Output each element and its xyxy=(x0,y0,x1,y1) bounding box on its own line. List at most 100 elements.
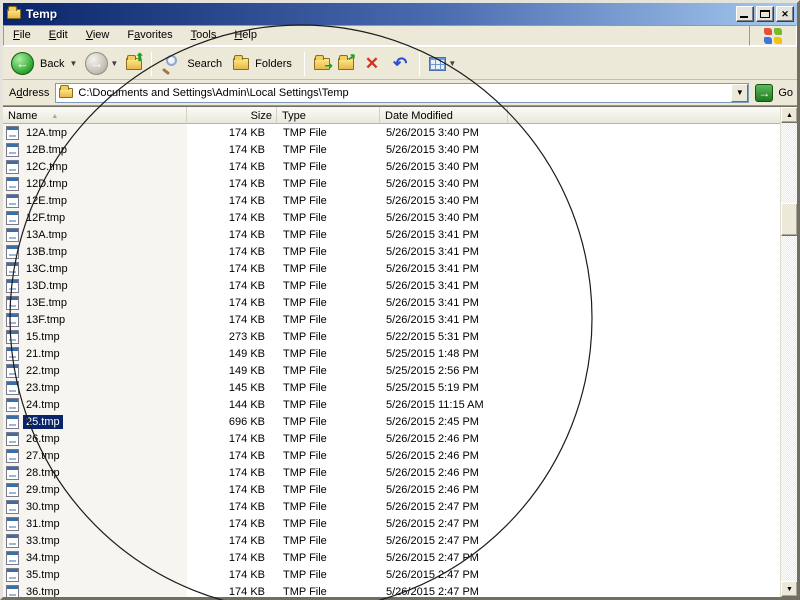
file-size: 174 KB xyxy=(187,127,277,139)
file-type: TMP File xyxy=(277,450,380,462)
file-date-modified: 5/26/2015 3:41 PM xyxy=(380,280,508,292)
delete-button[interactable]: ✕ xyxy=(358,53,386,74)
tmp-file-icon xyxy=(6,398,19,412)
file-row[interactable]: 21.tmp149 KBTMP File5/25/2015 1:48 PM xyxy=(3,345,780,362)
back-button[interactable]: ← Back ▼ xyxy=(7,50,81,77)
menu-tools[interactable]: Tools xyxy=(182,26,226,45)
file-row[interactable]: 13B.tmp174 KBTMP File5/26/2015 3:41 PM xyxy=(3,243,780,260)
tmp-file-icon xyxy=(6,143,19,157)
views-button[interactable]: ▼ xyxy=(425,55,460,73)
file-row[interactable]: 12A.tmp174 KBTMP File5/26/2015 3:40 PM xyxy=(3,124,780,141)
go-button[interactable]: → Go xyxy=(755,84,793,102)
file-row[interactable]: 22.tmp149 KBTMP File5/25/2015 2:56 PM xyxy=(3,362,780,379)
file-row[interactable]: 30.tmp174 KBTMP File5/26/2015 2:47 PM xyxy=(3,498,780,515)
file-row[interactable]: 13D.tmp174 KBTMP File5/26/2015 3:41 PM xyxy=(3,277,780,294)
file-type: TMP File xyxy=(277,229,380,241)
file-type: TMP File xyxy=(277,552,380,564)
menu-help[interactable]: Help xyxy=(225,26,266,45)
up-button[interactable]: ⬆ xyxy=(122,56,146,72)
file-row[interactable]: 12F.tmp174 KBTMP File5/26/2015 3:40 PM xyxy=(3,209,780,226)
file-row[interactable]: 28.tmp174 KBTMP File5/26/2015 2:46 PM xyxy=(3,464,780,481)
file-date-modified: 5/26/2015 3:40 PM xyxy=(380,127,508,139)
file-name: 12C.tmp xyxy=(23,160,71,174)
search-label: Search xyxy=(187,58,222,70)
file-date-modified: 5/26/2015 2:46 PM xyxy=(380,450,508,462)
file-name-cell: 15.tmp xyxy=(3,330,187,344)
file-row[interactable]: 13E.tmp174 KBTMP File5/26/2015 3:41 PM xyxy=(3,294,780,311)
column-header-name[interactable]: Name▲ xyxy=(3,107,187,124)
file-name-cell: 13F.tmp xyxy=(3,313,187,327)
scroll-down-button[interactable]: ▼ xyxy=(781,581,797,597)
file-row[interactable]: 12B.tmp174 KBTMP File5/26/2015 3:40 PM xyxy=(3,141,780,158)
file-type: TMP File xyxy=(277,144,380,156)
file-name: 21.tmp xyxy=(23,347,63,361)
file-name: 30.tmp xyxy=(23,500,63,514)
file-size: 174 KB xyxy=(187,280,277,292)
file-name-cell: 26.tmp xyxy=(3,432,187,446)
file-row[interactable]: 15.tmp273 KBTMP File5/22/2015 5:31 PM xyxy=(3,328,780,345)
minimize-button[interactable] xyxy=(736,6,754,22)
undo-button[interactable]: ↶ xyxy=(386,53,414,74)
tmp-file-icon xyxy=(6,466,19,480)
address-input[interactable]: C:\Documents and Settings\Admin\Local Se… xyxy=(55,83,749,103)
tmp-file-icon xyxy=(6,432,19,446)
file-date-modified: 5/26/2015 2:45 PM xyxy=(380,416,508,428)
file-type: TMP File xyxy=(277,484,380,496)
scrollbar-thumb[interactable] xyxy=(781,203,797,236)
menu-edit[interactable]: Edit xyxy=(40,26,77,45)
move-to-button[interactable]: ➜ xyxy=(310,56,334,72)
maximize-button[interactable] xyxy=(756,6,774,22)
file-row[interactable]: 12C.tmp174 KBTMP File5/26/2015 3:40 PM xyxy=(3,158,780,175)
file-row[interactable]: 35.tmp174 KBTMP File5/26/2015 2:47 PM xyxy=(3,566,780,583)
menu-view[interactable]: View xyxy=(77,26,119,45)
column-header-date-modified[interactable]: Date Modified xyxy=(380,107,508,124)
folders-button[interactable]: Folders xyxy=(229,56,299,72)
file-row[interactable]: 23.tmp145 KBTMP File5/25/2015 5:19 PM xyxy=(3,379,780,396)
file-type: TMP File xyxy=(277,314,380,326)
file-row[interactable]: 31.tmp174 KBTMP File5/26/2015 2:47 PM xyxy=(3,515,780,532)
file-name-cell: 12F.tmp xyxy=(3,211,187,225)
back-dropdown-icon[interactable]: ▼ xyxy=(69,59,77,68)
file-name: 15.tmp xyxy=(23,330,63,344)
file-row[interactable]: 12E.tmp174 KBTMP File5/26/2015 3:40 PM xyxy=(3,192,780,209)
file-row[interactable]: 13F.tmp174 KBTMP File5/26/2015 3:41 PM xyxy=(3,311,780,328)
file-size: 174 KB xyxy=(187,501,277,513)
views-dropdown-icon[interactable]: ▼ xyxy=(448,59,456,68)
file-date-modified: 5/26/2015 2:46 PM xyxy=(380,467,508,479)
file-size: 174 KB xyxy=(187,297,277,309)
file-row[interactable]: 12D.tmp174 KBTMP File5/26/2015 3:40 PM xyxy=(3,175,780,192)
file-row[interactable]: 34.tmp174 KBTMP File5/26/2015 2:47 PM xyxy=(3,549,780,566)
menu-favorites[interactable]: Favorites xyxy=(118,26,181,45)
file-name: 13E.tmp xyxy=(23,296,70,310)
menu-file[interactable]: File xyxy=(4,26,40,45)
file-row[interactable]: 27.tmp174 KBTMP File5/26/2015 2:46 PM xyxy=(3,447,780,464)
address-dropdown-button[interactable]: ▼ xyxy=(731,84,748,102)
tmp-file-icon xyxy=(6,330,19,344)
tmp-file-icon xyxy=(6,177,19,191)
vertical-scrollbar[interactable]: ▲ ▼ xyxy=(780,107,797,597)
forward-dropdown-icon[interactable]: ▼ xyxy=(110,59,118,68)
file-row[interactable]: 24.tmp144 KBTMP File5/26/2015 11:15 AM xyxy=(3,396,780,413)
scroll-up-button[interactable]: ▲ xyxy=(781,107,797,123)
column-header-size[interactable]: Size xyxy=(187,107,277,124)
file-row[interactable]: 26.tmp174 KBTMP File5/26/2015 2:46 PM xyxy=(3,430,780,447)
column-header-type[interactable]: Type xyxy=(277,107,380,124)
file-row[interactable]: 13A.tmp174 KBTMP File5/26/2015 3:41 PM xyxy=(3,226,780,243)
file-row[interactable]: 25.tmp696 KBTMP File5/26/2015 2:45 PM xyxy=(3,413,780,430)
forward-button[interactable]: → ▼ xyxy=(81,50,122,77)
file-name-cell: 12A.tmp xyxy=(3,126,187,140)
file-row[interactable]: 33.tmp174 KBTMP File5/26/2015 2:47 PM xyxy=(3,532,780,549)
file-row[interactable]: 36.tmp174 KBTMP File5/26/2015 2:47 PM xyxy=(3,583,780,597)
file-row[interactable]: 29.tmp174 KBTMP File5/26/2015 2:46 PM xyxy=(3,481,780,498)
search-button[interactable]: Search xyxy=(157,52,229,76)
tmp-file-icon xyxy=(6,313,19,327)
close-button[interactable]: ✕ xyxy=(776,6,794,22)
file-type: TMP File xyxy=(277,161,380,173)
copy-to-button[interactable]: ➜ xyxy=(334,56,358,72)
file-row[interactable]: 13C.tmp174 KBTMP File5/26/2015 3:41 PM xyxy=(3,260,780,277)
tmp-file-icon xyxy=(6,228,19,242)
file-date-modified: 5/26/2015 2:47 PM xyxy=(380,569,508,581)
tmp-file-icon xyxy=(6,381,19,395)
title-bar[interactable]: Temp ✕ xyxy=(3,3,797,25)
scroll-up-icon: ▲ xyxy=(786,112,793,119)
